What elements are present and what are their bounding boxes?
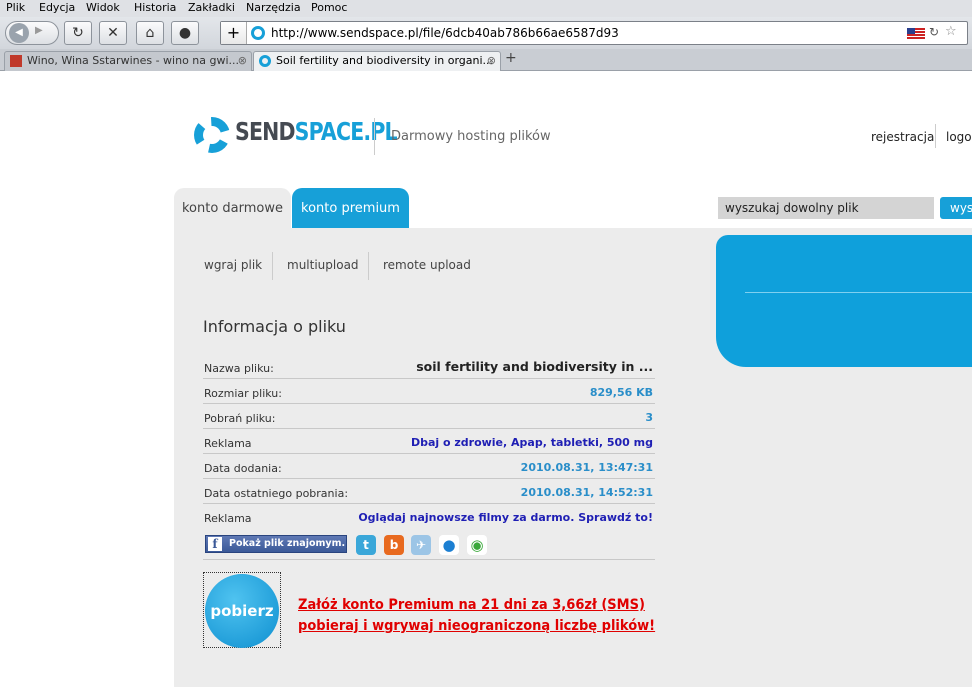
download-button[interactable]: pobierz (205, 574, 279, 648)
premium-promo-link[interactable]: Załóż konto Premium na 21 dni za 3,66zł … (298, 595, 655, 637)
wine-favicon-icon (10, 55, 22, 67)
search-input[interactable] (718, 197, 934, 219)
search-button[interactable]: wyszukaj (940, 197, 972, 219)
date-added-value: 2010.08.31, 13:47:31 (520, 461, 653, 474)
subnav-divider (368, 252, 369, 280)
ad-label: Reklama (204, 437, 252, 450)
addon-icon[interactable]: ● (171, 21, 199, 45)
sendspace-logo-icon[interactable] (194, 117, 230, 153)
table-row: Pobrań pliku: 3 (203, 404, 655, 429)
browser-tab-wino[interactable]: Wino, Wina Sstarwines - wino na gwi... ⊗ (4, 51, 252, 71)
table-row: Data dodania: 2010.08.31, 13:47:31 (203, 454, 655, 479)
menu-edycja[interactable]: Edycja (39, 1, 75, 14)
menu-narzedzia[interactable]: Narzędzia (246, 1, 301, 14)
tab-label: Soil fertility and biodiversity in organ… (276, 54, 494, 67)
wykop-icon[interactable]: ◉ (467, 535, 487, 555)
close-tab-icon[interactable]: ⊗ (487, 52, 496, 70)
browser-tab-sendspace[interactable]: Soil fertility and biodiversity in organ… (253, 51, 501, 71)
chat-bubble-icon[interactable]: ● (439, 535, 459, 555)
navigation-toolbar: ◀ ▶ ↻ ✕ ⌂ ● + http://www.sendspace.pl/fi… (0, 17, 972, 49)
download-count-label: Pobrań pliku: (204, 412, 276, 425)
new-tab-icon[interactable]: + (505, 50, 517, 66)
table-row: Nazwa pliku: soil fertility and biodiver… (203, 354, 655, 379)
tagline: Darmowy hosting plików (391, 129, 551, 144)
sendspace-favicon-icon (259, 55, 271, 67)
share-bar: f Pokaż plik znajomym. t b ✈ ● ◉ (203, 533, 655, 560)
ad-label: Reklama (204, 512, 252, 525)
date-added-label: Data dodania: (204, 462, 282, 475)
download-count-value: 3 (645, 411, 653, 424)
forward-arrow-icon[interactable]: ▶ (35, 25, 43, 36)
file-size-label: Rozmiar pliku: (204, 387, 282, 400)
blip-icon[interactable]: b (384, 535, 404, 555)
twitter-icon[interactable]: t (356, 535, 376, 555)
back-forward-group: ◀ ▶ (5, 21, 59, 45)
url-reload-icon[interactable]: ↻ (929, 25, 939, 39)
add-bookmark-icon[interactable]: + (221, 22, 247, 44)
facebook-share-button[interactable]: f Pokaż plik znajomym. (205, 535, 347, 553)
home-icon[interactable]: ⌂ (136, 21, 164, 45)
close-tab-icon[interactable]: ⊗ (238, 52, 247, 70)
url-text[interactable]: http://www.sendspace.pl/file/6dcb40ab786… (271, 26, 619, 40)
table-row: Data ostatniego pobrania: 2010.08.31, 14… (203, 479, 655, 504)
ad-link-health[interactable]: Dbaj o zdrowie, Apap, tabletki, 500 mg (411, 436, 653, 449)
promo-line-1: Załóż konto Premium na 21 dni za 3,66zł … (298, 597, 645, 613)
tab-free-account[interactable]: konto darmowe (174, 188, 291, 230)
last-download-label: Data ostatniego pobrania: (204, 487, 349, 500)
tab-strip: Wino, Wina Sstarwines - wino na gwi... ⊗… (0, 49, 972, 71)
table-row: Rozmiar pliku: 829,56 KB (203, 379, 655, 404)
bookmark-star-icon[interactable]: ☆ (945, 24, 957, 39)
menu-plik[interactable]: Plik (6, 1, 25, 14)
menu-historia[interactable]: Historia (134, 1, 176, 14)
ad-link-movies[interactable]: Oglądaj najnowsze filmy za darmo. Sprawd… (358, 511, 653, 524)
menu-pomoc[interactable]: Pomoc (311, 1, 347, 14)
facebook-icon: f (208, 537, 222, 551)
upload-box (716, 235, 972, 367)
file-name-value: soil fertility and biodiversity in ... (416, 359, 653, 374)
table-row: Reklama Oglądaj najnowsze filmy za darmo… (203, 504, 655, 529)
facebook-share-label: Pokaż plik znajomym. (229, 538, 346, 549)
subnav-remote-upload[interactable]: remote upload (383, 258, 471, 272)
file-info-title: Informacja o pliku (203, 317, 346, 336)
file-info-table: Nazwa pliku: soil fertility and biodiver… (203, 354, 655, 529)
logo-main: SEND (235, 117, 295, 146)
toplinks-divider (935, 124, 936, 148)
site-favicon-icon (251, 26, 265, 40)
logo-accent: SPACE.PL (294, 117, 398, 146)
subnav-multiupload[interactable]: multiupload (287, 258, 359, 272)
gadu-bird-icon[interactable]: ✈ (411, 535, 431, 555)
upload-box-divider (745, 292, 972, 293)
menu-bar: Plik Edycja Widok Historia Zakładki Narz… (0, 0, 972, 17)
url-bar[interactable]: + http://www.sendspace.pl/file/6dcb40ab7… (220, 21, 968, 45)
register-link[interactable]: rejestracja (871, 130, 934, 144)
tab-label: Wino, Wina Sstarwines - wino na gwi... (27, 54, 240, 67)
file-name-label: Nazwa pliku: (204, 362, 274, 375)
last-download-value: 2010.08.31, 14:52:31 (520, 486, 653, 499)
menu-widok[interactable]: Widok (86, 1, 120, 14)
file-size-value: 829,56 KB (589, 386, 653, 399)
promo-line-2: pobieraj i wgrywaj nieograniczoną liczbę… (298, 618, 656, 634)
reload-icon[interactable]: ↻ (64, 21, 92, 45)
subnav-divider (272, 252, 273, 280)
header-divider (374, 118, 375, 155)
stop-icon[interactable]: ✕ (99, 21, 127, 45)
us-flag-icon (907, 28, 925, 39)
back-arrow-icon[interactable]: ◀ (9, 23, 29, 43)
logo-wordmark[interactable]: SENDSPACE.PL (235, 117, 398, 146)
tab-premium-account[interactable]: konto premium (292, 188, 409, 228)
menu-zakladki[interactable]: Zakładki (188, 1, 235, 14)
subnav-upload[interactable]: wgraj plik (204, 258, 262, 272)
table-row: Reklama Dbaj o zdrowie, Apap, tabletki, … (203, 429, 655, 454)
login-link[interactable]: logowanie (946, 130, 972, 144)
download-button-frame: pobierz (203, 572, 281, 648)
